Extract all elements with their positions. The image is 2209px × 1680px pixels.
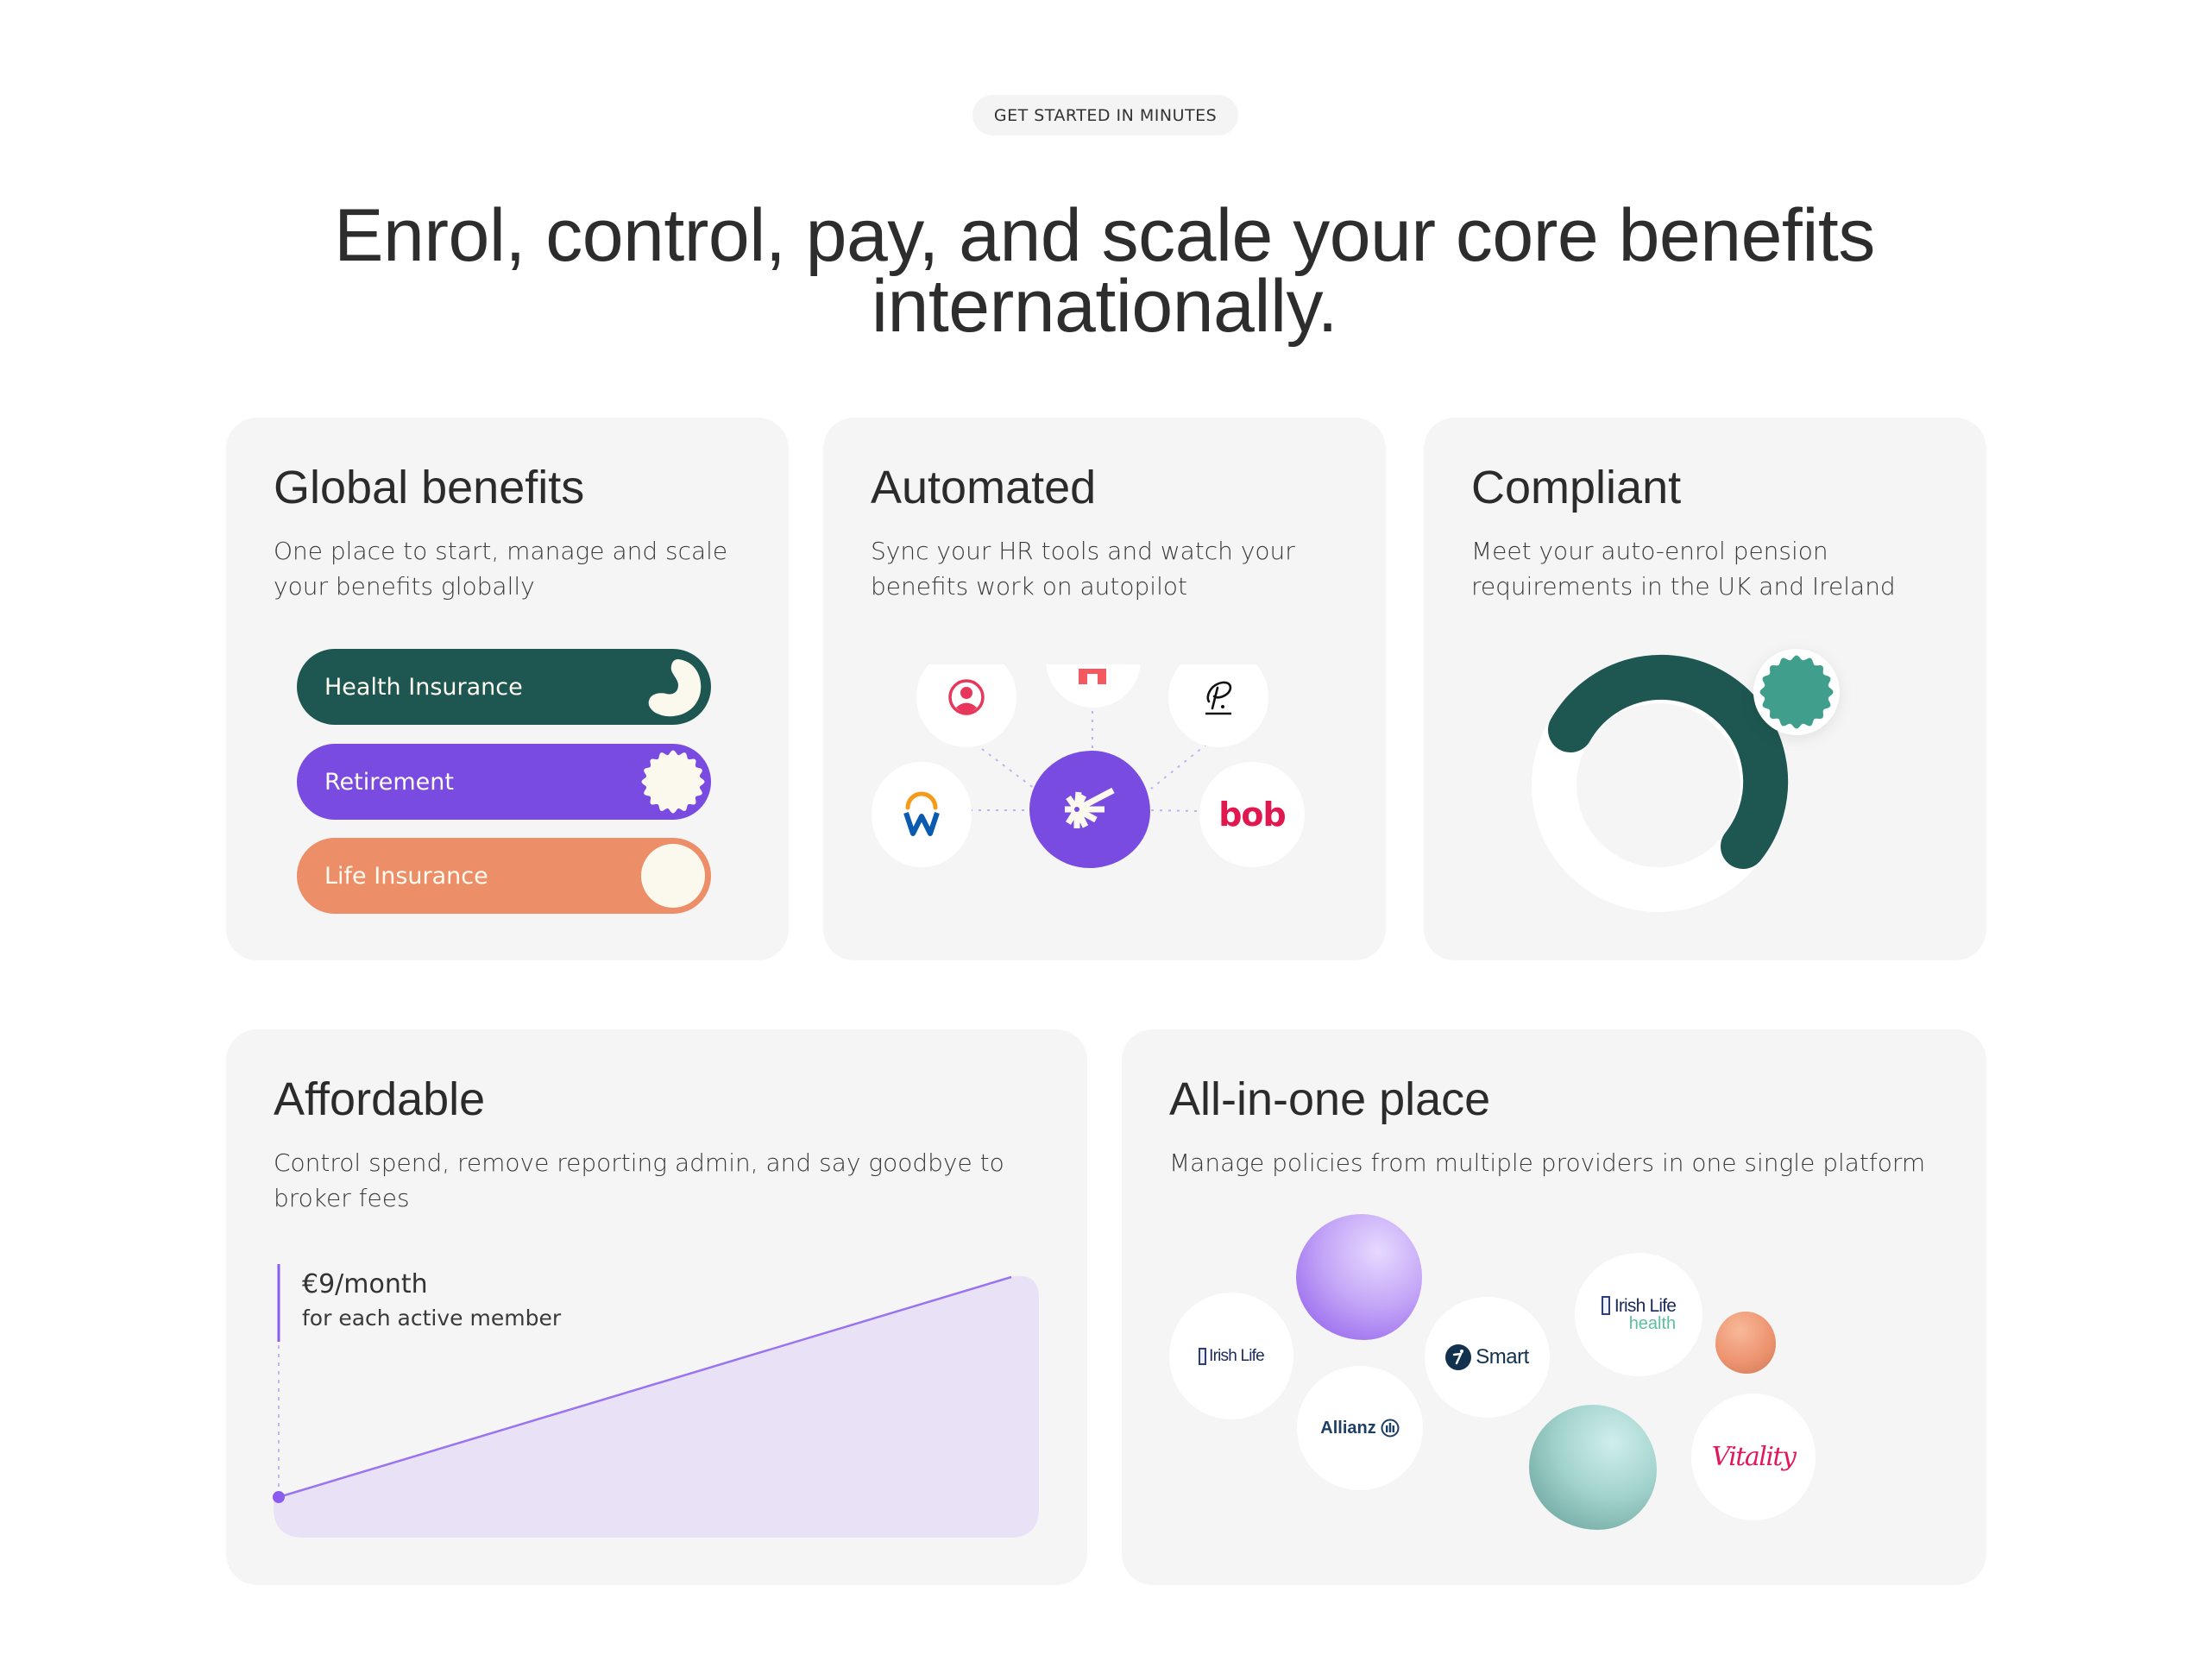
provider-vitality[interactable]: Vitality xyxy=(1691,1394,1816,1520)
eyebrow-text: GET STARTED IN MINUTES xyxy=(993,105,1218,125)
price-value: €9/month xyxy=(302,1269,428,1299)
toggle-health-insurance[interactable]: Health Insurance xyxy=(297,649,711,725)
toggle-label: Health Insurance xyxy=(324,673,523,701)
allianz-eagle-icon xyxy=(1381,1419,1400,1438)
hub-logo xyxy=(1029,751,1150,868)
toggle-retirement[interactable]: Retirement xyxy=(297,744,711,820)
card-all-in-one: All-in-one place Manage policies from mu… xyxy=(1122,1029,1986,1585)
provider-allianz[interactable]: Allianz xyxy=(1297,1366,1423,1490)
scalloped-knob-icon xyxy=(641,750,705,814)
card-compliant: Compliant Meet your auto-enrol pension r… xyxy=(1424,418,1986,960)
smart-logo: Smart xyxy=(1445,1344,1529,1370)
card-description: Manage policies from multiple providers … xyxy=(1169,1148,1926,1177)
price-note: for each active member xyxy=(302,1306,562,1331)
provider-smart[interactable]: Smart xyxy=(1425,1297,1550,1418)
workday-logo-icon xyxy=(903,791,940,836)
signature-p-icon xyxy=(1205,681,1232,715)
toggle-label: Life Insurance xyxy=(324,862,488,890)
decorative-teal-egg xyxy=(1529,1405,1657,1530)
toggle-label: Retirement xyxy=(324,768,454,796)
hibob-logo: bob xyxy=(1218,796,1287,834)
integration-red-block[interactable] xyxy=(1046,664,1141,708)
card-affordable: Affordable Control spend, remove reporti… xyxy=(226,1029,1087,1585)
card-description: One place to start, manage and scale you… xyxy=(274,537,728,601)
starburst-logo-icon xyxy=(1065,787,1115,828)
red-block-icon xyxy=(1079,669,1106,684)
irish-life-logo: Irish Life xyxy=(1199,1347,1265,1366)
eyebrow-badge: GET STARTED IN MINUTES xyxy=(972,95,1238,135)
price-start-dot xyxy=(273,1491,285,1503)
badge-scallop-icon xyxy=(1759,655,1834,729)
card-automated: Automated Sync your HR tools and watch y… xyxy=(823,418,1386,960)
irish-life-mark-icon xyxy=(1199,1347,1207,1365)
person-circle-icon xyxy=(948,679,985,715)
provider-irish-life[interactable]: Irish Life xyxy=(1169,1293,1293,1419)
provider-irish-life-health[interactable]: Irish Life health xyxy=(1575,1253,1702,1376)
toggle-life-insurance[interactable]: Life Insurance xyxy=(297,838,711,914)
scallop-shape xyxy=(641,750,705,814)
circle-knob-icon xyxy=(641,844,705,908)
compliance-ring xyxy=(1532,649,1840,912)
vitality-logo: Vitality xyxy=(1711,1442,1797,1472)
card-title: All-in-one place xyxy=(1169,1073,1491,1125)
card-title: Global benefits xyxy=(274,462,585,513)
decorative-peach-egg xyxy=(1715,1312,1776,1374)
decorative-purple-egg xyxy=(1296,1214,1422,1340)
allianz-logo: Allianz xyxy=(1320,1419,1400,1438)
integration-person[interactable] xyxy=(916,664,1016,747)
crescent-knob-icon xyxy=(648,659,702,717)
integration-hibob[interactable]: bob xyxy=(1199,762,1305,867)
irish-life-health-logo: Irish Life health xyxy=(1601,1296,1677,1333)
page-headline: Enrol, control, pay, and scale your core… xyxy=(0,198,2209,343)
irish-life-mark-icon xyxy=(1601,1296,1610,1315)
integration-signature[interactable] xyxy=(1168,664,1268,747)
badge-scallop-shape xyxy=(1759,655,1834,729)
headline-line-2: internationally. xyxy=(871,265,1338,348)
smart-runner-icon xyxy=(1445,1344,1472,1370)
card-global-benefits: Global benefits One place to start, mana… xyxy=(226,418,789,960)
integration-workday[interactable] xyxy=(872,762,972,867)
